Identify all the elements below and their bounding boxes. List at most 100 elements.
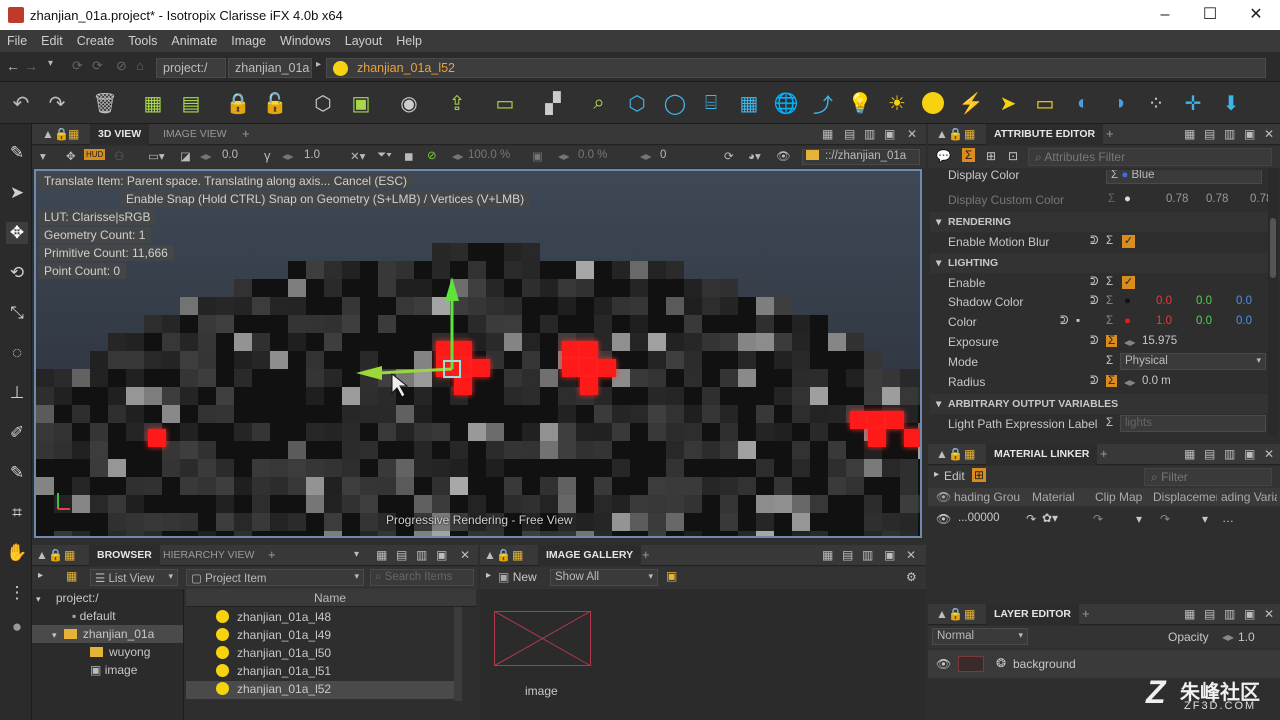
stepper-icon[interactable]: ◂▸ (1222, 630, 1234, 644)
transform-gizmo-icon[interactable]: ✥ (66, 149, 76, 163)
unlock-icon[interactable]: 🔓 (262, 90, 288, 116)
panel-vsplit-icon[interactable]: ▥ (1224, 127, 1235, 141)
dropdown-icon[interactable]: ▾ (1202, 512, 1208, 526)
gallery-view-icon[interactable]: ▣ (666, 569, 677, 583)
color-swatch[interactable]: ● (1124, 315, 1131, 327)
aov-section[interactable]: ▾ ARBITRARY OUTPUT VARIABLES (930, 394, 1268, 414)
view-mode-select[interactable]: ☰ List View ▾ (90, 569, 178, 586)
light-path-input[interactable]: lights (1120, 415, 1266, 432)
radius-value[interactable]: 0.0 m (1142, 375, 1171, 387)
hud-toggle-icon[interactable]: HUD (84, 149, 106, 160)
hierarchy-icon[interactable]: ⊞ (986, 149, 996, 163)
list-item[interactable]: zhanjian_01a_l51 (216, 664, 331, 678)
frame-field[interactable]: 0 (660, 149, 666, 161)
viewport-display-icon[interactable]: ▾ (40, 149, 46, 163)
gizmo-y-arrow[interactable] (445, 277, 459, 301)
menu-create[interactable]: Create (77, 34, 115, 48)
menu-edit[interactable]: Edit (41, 34, 63, 48)
display-color-select[interactable]: Σ ● Blue (1106, 170, 1262, 184)
panel-hsplit-icon[interactable]: ▤ (396, 548, 407, 562)
exposure-field[interactable]: 0.0 (222, 149, 238, 161)
resolution-field[interactable]: 100.0 % (468, 149, 510, 161)
color-b[interactable]: 0.0 (1236, 315, 1252, 327)
import-icon[interactable]: ◉ (396, 90, 422, 116)
browser-view-icon[interactable]: ▦ (66, 569, 77, 583)
panel-vsplit-icon[interactable]: ▥ (1224, 447, 1235, 461)
select-tool-icon[interactable]: ➤ (6, 182, 28, 204)
blend-mode-select[interactable]: Normal ▾ (932, 628, 1028, 645)
exposure-stepper-icon[interactable]: ◂▸ (200, 149, 212, 163)
edit-menu[interactable]: Edit (944, 469, 965, 483)
context-icon[interactable]: ⌕ (586, 90, 612, 116)
hierarchy-icon[interactable]: ⊞ (972, 468, 987, 482)
curve-icon[interactable]: ᕲ (1090, 276, 1099, 289)
refresh-icon[interactable]: ⟳ (72, 58, 83, 74)
menu-file[interactable]: File (7, 34, 27, 48)
list-item-selected[interactable]: zhanjian_01a_l52 (186, 681, 462, 699)
tab-attribute-editor[interactable]: ATTRIBUTE EDITOR (986, 124, 1104, 145)
panel-lock-icon[interactable]: 🔒 (948, 127, 963, 141)
list-item[interactable]: zhanjian_01a_l48 (216, 610, 331, 624)
frame-stepper-icon[interactable]: ◂▸ (640, 149, 652, 163)
panel-pin-icon[interactable]: ▲ (42, 127, 54, 141)
box-icon[interactable]: ⬡ (310, 90, 336, 116)
sigma-filter-icon[interactable]: Σ (962, 148, 976, 162)
sigma-active-icon[interactable]: Σ (1106, 375, 1118, 387)
tab-3d-view[interactable]: 3D VIEW (90, 124, 150, 145)
link-icon[interactable]: ↷ (1160, 512, 1170, 526)
menu-tools[interactable]: Tools (128, 34, 157, 48)
inspect-icon[interactable]: ⊡ (1008, 149, 1018, 163)
panel-close-icon[interactable]: ✕ (1264, 447, 1274, 461)
panel-pin-icon[interactable]: ▲ (936, 127, 948, 141)
shadow-color-g[interactable]: 0.0 (1196, 295, 1212, 307)
panel-close-icon[interactable]: ✕ (460, 548, 470, 562)
panel-maximize-icon[interactable]: ▣ (884, 548, 895, 562)
rendering-section[interactable]: ▾ RENDERING (930, 212, 1268, 232)
panel-close-icon[interactable]: ✕ (1264, 127, 1274, 141)
gamma-field[interactable]: 1.0 (304, 149, 320, 161)
add-tab-icon[interactable]: + (268, 547, 276, 562)
scatter-icon[interactable]: ✛ (1180, 90, 1206, 116)
color-r[interactable]: 1.0 (1156, 315, 1172, 327)
shadow-color-b[interactable]: 0.0 (1236, 295, 1252, 307)
tab-image-gallery[interactable]: IMAGE GALLERY (538, 545, 642, 566)
scale-tool-icon[interactable]: ⤡ (6, 302, 28, 324)
add-tab-icon[interactable]: + (1106, 126, 1114, 141)
material-ball-icon[interactable]: ● (6, 616, 28, 638)
panel-menu-icon[interactable]: ▦ (512, 548, 523, 562)
image-thumbnail[interactable] (494, 611, 592, 667)
exposure-value[interactable]: 15.975 (1142, 335, 1177, 347)
tree-item-wuyong[interactable]: wuyong (90, 645, 150, 659)
forward-arrow-icon[interactable]: → (24, 58, 38, 74)
tree-root[interactable]: ▾ project:/ (36, 591, 99, 605)
tab-hierarchy-view[interactable]: HIERARCHY VIEW (163, 549, 254, 561)
curve-icon[interactable]: ᕲ (1090, 375, 1099, 388)
sync-icon[interactable]: ⟳ (92, 58, 103, 74)
instance-icon[interactable]: ▣ (348, 90, 374, 116)
stamp-tool-icon[interactable]: ⊥ (6, 382, 28, 404)
eye-icon[interactable]: 👁 (776, 149, 791, 163)
curve-icon[interactable]: ᕲ (1090, 335, 1099, 348)
material-filter-input[interactable]: ⌕ Filter (1144, 468, 1272, 486)
custom-color-g[interactable]: 0.78 (1206, 193, 1228, 205)
orbit-tool-icon[interactable]: ◌ (6, 342, 28, 364)
gamma-stepper-icon[interactable]: ◂▸ (282, 149, 294, 163)
render-settings-icon[interactable]: ◕▾ (748, 149, 761, 163)
attribute-filter-input[interactable]: ⌕ Attributes Filter (1028, 148, 1272, 166)
panel-menu-icon[interactable]: ▦ (964, 607, 975, 621)
expand-icon[interactable]: ▸ (486, 570, 491, 581)
expand-icon[interactable]: ▸ (38, 570, 43, 581)
panel-maximize-icon[interactable]: ▣ (1244, 127, 1255, 141)
menu-animate[interactable]: Animate (171, 34, 217, 48)
lighting-section[interactable]: ▾ LIGHTING (930, 253, 1268, 273)
add-tab-icon[interactable]: + (642, 547, 650, 562)
panel-hsplit-icon[interactable]: ▤ (1204, 447, 1215, 461)
texture-icon[interactable]: ▪ (1076, 315, 1080, 327)
panel-hsplit-icon[interactable]: ▤ (1204, 607, 1215, 621)
gi-icon[interactable]: ◑ (1106, 90, 1132, 116)
cylinder-icon[interactable]: ⌸ (698, 90, 724, 116)
gizmo-x-arrow[interactable] (356, 366, 382, 380)
panel-menu-icon[interactable]: ▦ (964, 127, 975, 141)
add-tab-icon[interactable]: + (242, 126, 250, 141)
list-item[interactable]: zhanjian_01a_l49 (216, 628, 331, 642)
